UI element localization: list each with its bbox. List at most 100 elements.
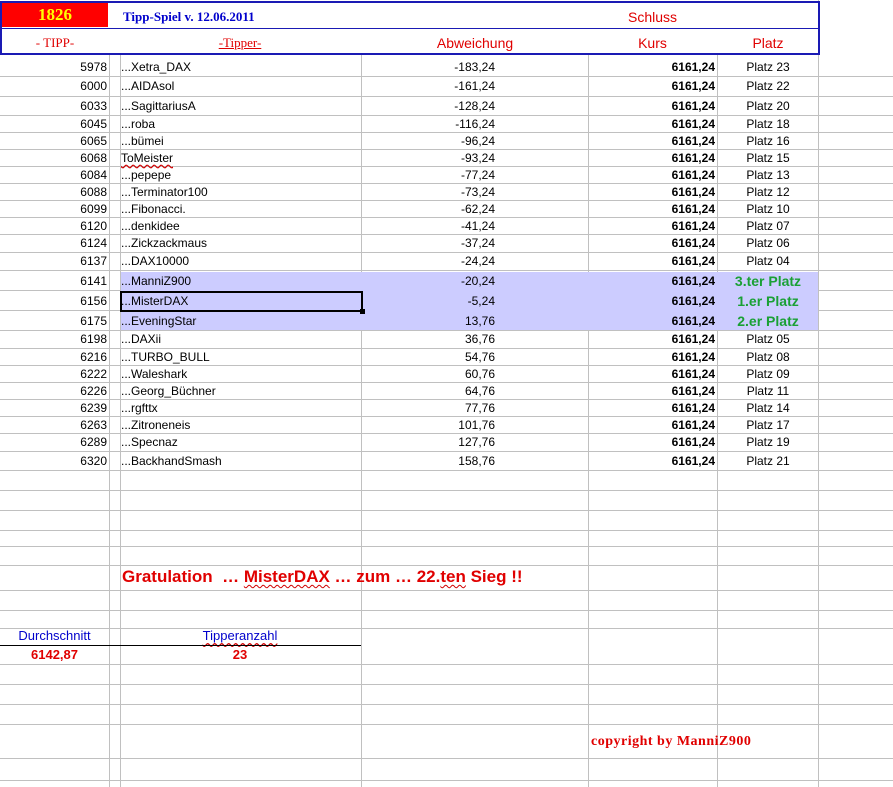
row-tipp-cell[interactable]: 6068 — [0, 151, 107, 165]
row-platz-cell[interactable]: Platz 05 — [718, 332, 818, 346]
row-platz-cell[interactable]: Platz 15 — [718, 151, 818, 165]
row-dev-cell[interactable]: 13,76 — [362, 314, 495, 328]
row-kurs-cell[interactable]: 6161,24 — [590, 236, 715, 250]
average-label[interactable]: Durchschnitt — [0, 629, 109, 643]
row-dev-cell[interactable]: -116,24 — [362, 117, 495, 131]
row-name-cell[interactable]: ToMeister — [121, 151, 359, 165]
row-tipp-cell[interactable]: 6045 — [0, 117, 107, 131]
row-dev-cell[interactable]: 158,76 — [362, 454, 495, 468]
row-tipp-cell[interactable]: 6222 — [0, 367, 107, 381]
row-platz-cell[interactable]: Platz 10 — [718, 202, 818, 216]
row-tipp-cell[interactable]: 6175 — [0, 314, 107, 328]
row-tipp-cell[interactable]: 6320 — [0, 454, 107, 468]
row-tipp-cell[interactable]: 6065 — [0, 134, 107, 148]
row-dev-cell[interactable]: -62,24 — [362, 202, 495, 216]
row-kurs-cell[interactable]: 6161,24 — [590, 435, 715, 449]
row-platz-cell[interactable]: Platz 09 — [718, 367, 818, 381]
row-name-cell[interactable]: ...roba — [121, 117, 359, 131]
row-name-cell[interactable]: ...EveningStar — [121, 314, 359, 328]
row-dev-cell[interactable]: -5,24 — [362, 294, 495, 308]
row-platz-cell[interactable]: Platz 14 — [718, 401, 818, 415]
row-platz-cell[interactable]: Platz 13 — [718, 168, 818, 182]
row-name-cell[interactable]: ...Georg_Büchner — [121, 384, 359, 398]
row-kurs-cell[interactable]: 6161,24 — [590, 79, 715, 93]
row-tipp-cell[interactable]: 6289 — [0, 435, 107, 449]
row-kurs-cell[interactable]: 6161,24 — [590, 314, 715, 328]
row-kurs-cell[interactable]: 6161,24 — [590, 294, 715, 308]
row-platz-cell[interactable]: Platz 20 — [718, 99, 818, 113]
row-dev-cell[interactable]: -161,24 — [362, 79, 495, 93]
row-name-cell[interactable]: ...Terminator100 — [121, 185, 359, 199]
row-dev-cell[interactable]: -20,24 — [362, 274, 495, 288]
row-platz-cell[interactable]: Platz 18 — [718, 117, 818, 131]
row-name-cell[interactable]: ...pepepe — [121, 168, 359, 182]
row-platz-cell[interactable]: 3.ter Platz — [718, 274, 818, 288]
row-name-cell[interactable]: ...rgfttx — [121, 401, 359, 415]
row-tipp-cell[interactable]: 6198 — [0, 332, 107, 346]
row-kurs-cell[interactable]: 6161,24 — [590, 384, 715, 398]
row-name-cell[interactable]: ...TURBO_BULL — [121, 350, 359, 364]
row-kurs-cell[interactable]: 6161,24 — [590, 219, 715, 233]
row-kurs-cell[interactable]: 6161,24 — [590, 350, 715, 364]
copyright-text[interactable]: copyright by ManniZ900 — [591, 735, 751, 749]
row-dev-cell[interactable]: 127,76 — [362, 435, 495, 449]
row-kurs-cell[interactable]: 6161,24 — [590, 401, 715, 415]
row-name-cell[interactable]: ...SagittariusA — [121, 99, 359, 113]
row-name-cell[interactable]: ...denkidee — [121, 219, 359, 233]
row-dev-cell[interactable]: 101,76 — [362, 418, 495, 432]
sheet-title[interactable]: Tipp-Spiel v. 12.06.2011 — [123, 10, 255, 24]
row-name-cell[interactable]: ...Fibonacci. — [121, 202, 359, 216]
row-tipp-cell[interactable]: 6084 — [0, 168, 107, 182]
row-tipp-cell[interactable]: 6141 — [0, 274, 107, 288]
row-dev-cell[interactable]: -93,24 — [362, 151, 495, 165]
row-kurs-cell[interactable]: 6161,24 — [590, 185, 715, 199]
row-platz-cell[interactable]: Platz 04 — [718, 254, 818, 268]
row-platz-cell[interactable]: Platz 06 — [718, 236, 818, 250]
row-name-cell[interactable]: ...bümei — [121, 134, 359, 148]
row-platz-cell[interactable]: Platz 11 — [718, 384, 818, 398]
row-platz-cell[interactable]: Platz 12 — [718, 185, 818, 199]
row-platz-cell[interactable]: Platz 23 — [718, 60, 818, 74]
row-dev-cell[interactable]: 77,76 — [362, 401, 495, 415]
row-tipp-cell[interactable]: 6124 — [0, 236, 107, 250]
row-kurs-cell[interactable]: 6161,24 — [590, 60, 715, 74]
row-name-cell[interactable]: ...DAXii — [121, 332, 359, 346]
row-tipp-cell[interactable]: 6156 — [0, 294, 107, 308]
row-name-cell[interactable]: ...Specnaz — [121, 435, 359, 449]
row-kurs-cell[interactable]: 6161,24 — [590, 274, 715, 288]
row-tipp-cell[interactable]: 6120 — [0, 219, 107, 233]
row-dev-cell[interactable]: -128,24 — [362, 99, 495, 113]
row-kurs-cell[interactable]: 6161,24 — [590, 168, 715, 182]
average-value[interactable]: 6142,87 — [0, 648, 109, 662]
row-platz-cell[interactable]: Platz 21 — [718, 454, 818, 468]
row-dev-cell[interactable]: 60,76 — [362, 367, 495, 381]
row-dev-cell[interactable]: -77,24 — [362, 168, 495, 182]
row-name-cell[interactable]: ...Xetra_DAX — [121, 60, 359, 74]
row-platz-cell[interactable]: 1.er Platz — [718, 294, 818, 308]
selected-cell-outline[interactable] — [120, 291, 363, 312]
row-name-cell[interactable]: ...Zitroneneis — [121, 418, 359, 432]
row-tipp-cell[interactable]: 6088 — [0, 185, 107, 199]
row-kurs-cell[interactable]: 6161,24 — [590, 418, 715, 432]
row-name-cell[interactable]: ...Waleshark — [121, 367, 359, 381]
row-platz-cell[interactable]: Platz 19 — [718, 435, 818, 449]
row-tipp-cell[interactable]: 6033 — [0, 99, 107, 113]
row-kurs-cell[interactable]: 6161,24 — [590, 367, 715, 381]
row-platz-cell[interactable]: Platz 22 — [718, 79, 818, 93]
row-kurs-cell[interactable]: 6161,24 — [590, 254, 715, 268]
row-dev-cell[interactable]: 54,76 — [362, 350, 495, 364]
row-kurs-cell[interactable]: 6161,24 — [590, 99, 715, 113]
row-tipp-cell[interactable]: 6239 — [0, 401, 107, 415]
row-dev-cell[interactable]: -73,24 — [362, 185, 495, 199]
row-platz-cell[interactable]: 2.er Platz — [718, 314, 818, 328]
row-name-cell[interactable]: ...BackhandSmash — [121, 454, 359, 468]
row-dev-cell[interactable]: -183,24 — [362, 60, 495, 74]
row-tipp-cell[interactable]: 6263 — [0, 418, 107, 432]
row-tipp-cell[interactable]: 6137 — [0, 254, 107, 268]
row-dev-cell[interactable]: -24,24 — [362, 254, 495, 268]
row-kurs-cell[interactable]: 6161,24 — [590, 134, 715, 148]
row-dev-cell[interactable]: -96,24 — [362, 134, 495, 148]
row-name-cell[interactable]: ...DAX10000 — [121, 254, 359, 268]
row-tipp-cell[interactable]: 6216 — [0, 350, 107, 364]
tipper-count-value[interactable]: 23 — [121, 648, 359, 662]
